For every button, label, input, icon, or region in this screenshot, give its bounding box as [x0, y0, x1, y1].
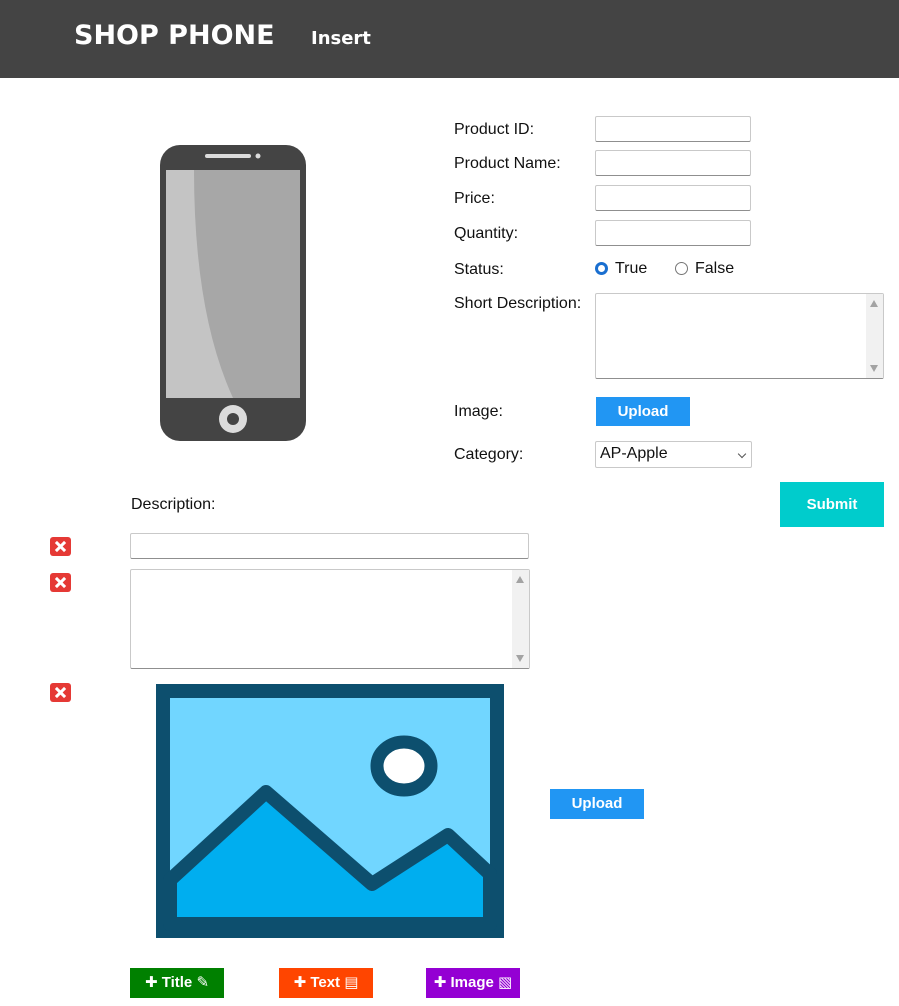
category-select[interactable]: AP-Apple	[595, 441, 752, 468]
scroll-up-icon[interactable]	[516, 576, 524, 583]
chevron-down-icon	[737, 449, 747, 459]
navbar: SHOP PHONE Insert	[0, 0, 899, 78]
status-false-radio[interactable]	[675, 262, 688, 275]
phone-illustration	[160, 145, 306, 441]
nav-insert-link[interactable]: Insert	[311, 28, 371, 49]
image-icon: ▧	[498, 974, 513, 991]
phone-home-button-center	[227, 413, 239, 425]
status-label: Status:	[454, 261, 504, 278]
description-text-textarea[interactable]	[130, 569, 530, 669]
add-image-label: Image	[450, 974, 494, 991]
status-false-label[interactable]: False	[695, 260, 734, 278]
delete-title-block-icon[interactable]	[50, 537, 71, 556]
status-true-radio[interactable]	[595, 262, 608, 275]
description-image-upload-button[interactable]: Upload	[550, 789, 644, 819]
product-name-input[interactable]	[595, 150, 751, 176]
add-image-button[interactable]: ✚ Image ▧	[426, 968, 520, 998]
product-name-label: Product Name:	[454, 155, 561, 172]
short-description-label: Short Description:	[454, 295, 582, 312]
image-upload-button[interactable]: Upload	[596, 397, 690, 426]
add-title-button[interactable]: ✚ Title ✎	[130, 968, 224, 998]
product-id-input[interactable]	[595, 116, 751, 142]
description-label: Description:	[131, 496, 216, 513]
image-sun	[370, 735, 438, 797]
quantity-input[interactable]	[595, 220, 751, 246]
scroll-up-icon[interactable]	[870, 300, 878, 307]
category-selected-value: AP-Apple	[600, 445, 668, 462]
brand-logo[interactable]: SHOP PHONE	[74, 20, 275, 51]
quantity-label: Quantity:	[454, 225, 519, 242]
image-label: Image:	[454, 403, 503, 420]
phone-speaker	[205, 154, 251, 158]
plus-icon: ✚	[144, 974, 158, 991]
category-label: Category:	[454, 446, 524, 463]
add-title-label: Title	[161, 974, 193, 991]
add-text-button[interactable]: ✚ Text ▤	[279, 968, 373, 998]
delete-image-block-icon[interactable]	[50, 683, 71, 702]
phone-camera	[255, 153, 261, 159]
scroll-down-icon[interactable]	[870, 365, 878, 372]
plus-icon: ✚	[433, 974, 447, 991]
document-icon: ▤	[344, 974, 359, 991]
description-text-scrollbar[interactable]	[512, 570, 529, 668]
price-label: Price:	[454, 190, 495, 207]
image-placeholder-icon	[156, 684, 504, 938]
short-description-scrollbar[interactable]	[866, 294, 883, 378]
scroll-down-icon[interactable]	[516, 655, 524, 662]
short-description-textarea[interactable]	[595, 293, 884, 379]
product-id-label: Product ID:	[454, 121, 535, 138]
pencil-icon: ✎	[196, 974, 210, 991]
price-input[interactable]	[595, 185, 751, 211]
status-true-label[interactable]: True	[615, 260, 647, 278]
submit-button[interactable]: Submit	[780, 482, 884, 527]
add-text-label: Text	[310, 974, 341, 991]
description-title-input[interactable]	[130, 533, 529, 559]
delete-text-block-icon[interactable]	[50, 573, 71, 592]
plus-icon: ✚	[293, 974, 307, 991]
